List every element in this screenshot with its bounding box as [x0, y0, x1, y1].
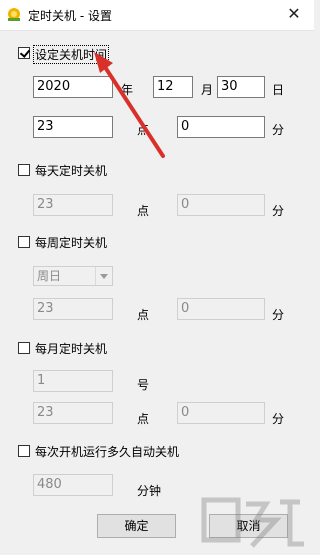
- annotation-arrow: [94, 52, 165, 158]
- watermark-logo: [201, 497, 304, 548]
